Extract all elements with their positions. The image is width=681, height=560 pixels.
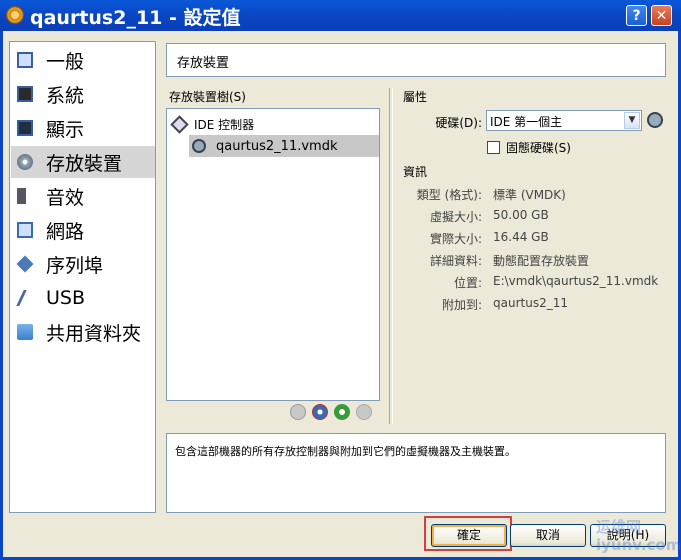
solid-state-checkbox[interactable] — [487, 141, 500, 154]
info-row: 類型 (格式): 標準 (VMDK) — [400, 186, 566, 202]
help-button[interactable]: ? — [626, 5, 647, 26]
info-key: 詳細資料: — [429, 254, 482, 268]
sidebar-item-storage[interactable]: 存放裝置 — [11, 146, 155, 178]
info-key: 虛擬大小: — [429, 210, 482, 224]
add-attachment-icon[interactable] — [334, 404, 350, 420]
sidebar-item-label: 一般 — [46, 50, 85, 73]
watermark-line1: 运维网 — [596, 518, 642, 536]
close-button[interactable]: ✕ — [651, 5, 672, 26]
info-value: qaurtus2_11 — [493, 296, 568, 310]
info-value: 動態配置存放裝置 — [493, 254, 590, 268]
solid-state-option[interactable]: 固態硬碟(S) — [487, 139, 571, 156]
shared-folder-icon — [17, 324, 33, 340]
general-icon — [17, 52, 33, 68]
pane-splitter[interactable] — [389, 88, 393, 424]
sidebar-item-label: USB — [46, 287, 86, 309]
window-title: qaurtus2_11 - 設定值 — [30, 7, 241, 29]
info-value: 16.44 GB — [493, 230, 549, 244]
title-bar: qaurtus2_11 - 設定值 ? ✕ — [0, 0, 681, 31]
tree-toolbar — [290, 404, 372, 422]
remove-attachment-icon[interactable] — [356, 404, 372, 420]
sidebar-item-label: 存放裝置 — [46, 152, 123, 175]
storage-tree[interactable]: IDE 控制器 qaurtus2_11.vmdk — [166, 108, 380, 401]
choose-disk-icon[interactable] — [647, 112, 663, 128]
sidebar-item-label: 網路 — [46, 220, 85, 243]
sidebar-item-system[interactable]: 系統 — [11, 78, 155, 110]
info-key: 實際大小: — [429, 232, 482, 246]
serial-port-icon — [16, 255, 34, 273]
controller-label: IDE 控制器 — [194, 117, 255, 132]
sidebar-item-network[interactable]: 網路 — [11, 214, 155, 246]
sidebar-item-general[interactable]: 一般 — [11, 44, 155, 76]
add-controller-icon[interactable] — [290, 404, 306, 420]
settings-gear-icon — [6, 6, 24, 24]
audio-icon — [17, 188, 33, 204]
sidebar-item-usb[interactable]: USB — [11, 282, 155, 314]
info-row: 虛擬大小: 50.00 GB — [400, 208, 549, 224]
attributes-heading: 屬性 — [403, 90, 428, 104]
hard-disk-slot-value: IDE 第一個主 — [490, 115, 563, 129]
chevron-down-icon[interactable]: ▼ — [624, 112, 640, 129]
sidebar-item-label: 序列埠 — [46, 254, 104, 277]
tree-item-ide-controller[interactable]: IDE 控制器 — [170, 114, 255, 134]
sidebar-item-label: 系統 — [46, 84, 85, 107]
hard-disk-slot-select[interactable]: IDE 第一個主 ▼ — [486, 110, 642, 131]
ok-button[interactable]: 確定 — [431, 524, 507, 547]
disk-label: qaurtus2_11.vmdk — [216, 138, 338, 154]
tree-item-disk[interactable]: qaurtus2_11.vmdk — [189, 135, 379, 157]
watermark: 运维网 iyunv.com — [596, 518, 681, 558]
watermark-line2: iyunv.com — [596, 536, 681, 554]
description-text: 包含這部機器的所有存放控制器與附加到它們的虛擬機器及主機裝置。 — [175, 445, 516, 458]
info-row: 詳細資料: 動態配置存放裝置 — [400, 252, 589, 268]
storage-icon — [17, 154, 33, 170]
display-icon — [17, 120, 33, 136]
info-value: E:\vmdk\qaurtus2_11.vmdk — [493, 274, 659, 288]
info-value: 50.00 GB — [493, 208, 549, 222]
sidebar-item-shared-folders[interactable]: 共用資料夾 — [11, 316, 155, 348]
page-title-box: 存放裝置 — [166, 43, 666, 77]
system-icon — [17, 86, 33, 102]
cancel-button[interactable]: 取消 — [510, 524, 586, 547]
solid-state-label: 固態硬碟(S) — [506, 141, 571, 155]
sidebar-item-label: 共用資料夾 — [46, 322, 142, 345]
description-panel: 包含這部機器的所有存放控制器與附加到它們的虛擬機器及主機裝置。 — [166, 433, 666, 513]
storage-tree-label: 存放裝置樹(S) — [169, 90, 246, 104]
usb-icon — [16, 290, 34, 306]
info-key: 類型 (格式): — [416, 188, 482, 202]
info-key: 附加到: — [441, 298, 482, 312]
sidebar-item-audio[interactable]: 音效 — [11, 180, 155, 212]
info-row: 附加到: qaurtus2_11 — [400, 296, 568, 312]
info-heading: 資訊 — [403, 165, 428, 179]
remove-controller-icon[interactable] — [312, 404, 328, 420]
info-row: 位置: E:\vmdk\qaurtus2_11.vmdk — [400, 274, 658, 290]
ide-controller-icon — [170, 114, 189, 134]
sidebar-item-display[interactable]: 顯示 — [11, 112, 155, 144]
sidebar-item-serial-port[interactable]: 序列埠 — [11, 248, 155, 280]
hard-disk-icon — [192, 139, 206, 153]
hard-disk-label: 硬碟(D): — [435, 116, 482, 130]
sidebar-item-label: 音效 — [46, 186, 85, 209]
settings-sidebar: 一般 系統 顯示 存放裝置 音效 網路 序列埠 USB 共用資料夾 — [9, 41, 156, 513]
network-icon — [17, 222, 33, 238]
sidebar-item-label: 顯示 — [46, 118, 85, 141]
info-key: 位置: — [453, 276, 482, 290]
page-title: 存放裝置 — [177, 56, 230, 71]
info-value: 標準 (VMDK) — [493, 188, 566, 202]
info-row: 實際大小: 16.44 GB — [400, 230, 549, 246]
